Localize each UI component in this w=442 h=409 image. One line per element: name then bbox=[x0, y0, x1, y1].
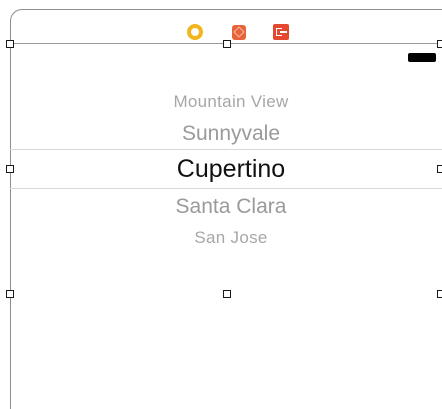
picker-view-selection[interactable] bbox=[10, 44, 441, 295]
resize-handle-bottom-left[interactable] bbox=[6, 290, 14, 298]
resize-handle-right[interactable] bbox=[437, 165, 442, 173]
resize-handle-bottom-right[interactable] bbox=[437, 290, 442, 298]
view-controller-icon[interactable] bbox=[187, 24, 203, 40]
resize-handle-top[interactable] bbox=[223, 40, 231, 48]
first-responder-icon[interactable] bbox=[232, 25, 246, 40]
resize-handle-top-left[interactable] bbox=[6, 40, 14, 48]
exit-icon[interactable] bbox=[273, 24, 289, 40]
scene-dock bbox=[10, 9, 442, 44]
resize-handle-bottom[interactable] bbox=[223, 290, 231, 298]
resize-handle-top-right[interactable] bbox=[437, 40, 442, 48]
storyboard-canvas: Mountain View Sunnyvale Cupertino Santa … bbox=[0, 0, 442, 409]
resize-handle-left[interactable] bbox=[6, 165, 14, 173]
